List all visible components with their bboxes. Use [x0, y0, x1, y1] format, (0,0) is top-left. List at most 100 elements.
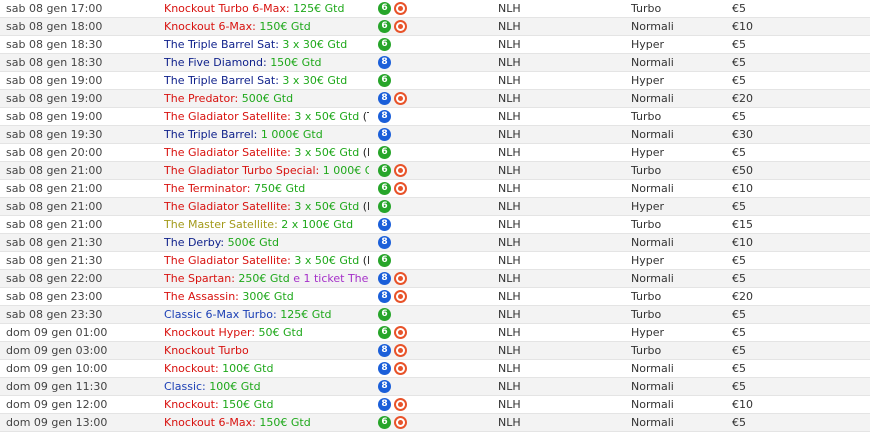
- tournament-date: sab 08 gen 22:00: [6, 272, 103, 285]
- table-row[interactable]: sab 08 gen 19:00 The Gladiator Satellite:…: [0, 108, 870, 126]
- tournament-name-part: The Gladiator Satellite:: [164, 200, 295, 213]
- six-max-badge-icon: 6: [378, 74, 391, 87]
- tournament-name-part: The Terminator:: [164, 182, 254, 195]
- buy-in: €30: [732, 128, 753, 141]
- tournament-name-part: Knockout:: [164, 398, 223, 411]
- tournament-date: dom 09 gen 11:30: [6, 380, 108, 393]
- buy-in: €5: [732, 272, 746, 285]
- tournament-name-link[interactable]: Classic 6-Max Turbo: 125€ Gtd: [164, 306, 369, 324]
- tournament-name-link[interactable]: The Gladiator Satellite: 3 x 50€ Gtd (Hy…: [164, 198, 369, 216]
- tournament-name-link[interactable]: Knockout Turbo 6-Max: 125€ Gtd: [164, 0, 369, 18]
- eight-max-badge-icon: 8: [378, 272, 391, 285]
- table-row[interactable]: dom 09 gen 12:00 Knockout: 150€ Gtd 8 NLH No…: [0, 396, 870, 414]
- tournament-name-link[interactable]: The Gladiator Satellite: 3 x 50€ Gtd (Tu…: [164, 108, 369, 126]
- eight-max-badge-icon: 8: [378, 344, 391, 357]
- eight-max-badge-icon: 8: [378, 398, 391, 411]
- table-row[interactable]: sab 08 gen 20:00 The Gladiator Satellite:…: [0, 144, 870, 162]
- table-row[interactable]: sab 08 gen 21:00 The Master Satellite: 2 …: [0, 216, 870, 234]
- speed-type: Turbo: [631, 308, 662, 321]
- tournament-name-part: 125€ Gtd: [280, 308, 332, 321]
- tournament-name-link[interactable]: The Predator: 500€ Gtd: [164, 90, 369, 108]
- table-row[interactable]: sab 08 gen 17:00 Knockout Turbo 6-Max: 12…: [0, 0, 870, 18]
- tournament-name-link[interactable]: The Triple Barrel Sat: 3 x 30€ Gtd: [164, 72, 369, 90]
- tournament-date: sab 08 gen 21:30: [6, 236, 103, 249]
- tournament-name-link[interactable]: The Master Satellite: 2 x 100€ Gtd: [164, 216, 369, 234]
- tournament-name-part: 250€ Gtd: [238, 272, 290, 285]
- game-type: NLH: [498, 92, 521, 105]
- speed-type: Turbo: [631, 344, 662, 357]
- buy-in: €10: [732, 20, 753, 33]
- tournament-name-link[interactable]: The Five Diamond: 150€ Gtd: [164, 54, 369, 72]
- table-row[interactable]: sab 08 gen 18:00 Knockout 6-Max: 150€ Gtd…: [0, 18, 870, 36]
- tournament-name-part: 300€ Gtd: [242, 290, 294, 303]
- table-row[interactable]: sab 08 gen 21:00 The Terminator: 750€ Gtd…: [0, 180, 870, 198]
- table-row[interactable]: sab 08 gen 23:00 The Assassin: 300€ Gtd 8 N…: [0, 288, 870, 306]
- tournament-name-part: Knockout 6-Max:: [164, 20, 260, 33]
- six-max-badge-icon: 6: [378, 146, 391, 159]
- tournament-name-link[interactable]: The Gladiator Satellite: 3 x 50€ Gtd (Hy…: [164, 252, 369, 270]
- tournament-date: sab 08 gen 19:00: [6, 74, 103, 87]
- tournament-name-link[interactable]: Knockout Turbo: [164, 342, 369, 360]
- table-row[interactable]: sab 08 gen 18:30 The Triple Barrel Sat: 3…: [0, 36, 870, 54]
- tournament-name-link[interactable]: The Gladiator Turbo Special: 1 000€ Gtd: [164, 162, 369, 180]
- table-row[interactable]: sab 08 gen 21:30 The Gladiator Satellite:…: [0, 252, 870, 270]
- tournament-name-part: 100€ Gtd: [209, 380, 261, 393]
- table-icons: 8: [378, 272, 407, 286]
- buy-in: €5: [732, 344, 746, 357]
- target-bounty-icon: [394, 416, 407, 429]
- game-type: NLH: [498, 272, 521, 285]
- table-icons: 8: [378, 128, 391, 142]
- table-row[interactable]: dom 09 gen 11:30 Classic: 100€ Gtd 8 NLH Nor…: [0, 378, 870, 396]
- speed-type: Hyper: [631, 254, 665, 267]
- tournament-name-part: The Gladiator Satellite:: [164, 146, 295, 159]
- tournament-name-part: The Five Diamond:: [164, 56, 271, 69]
- tournament-name-link[interactable]: The Spartan: 250€ Gtd e 1 ticket The Mas…: [164, 270, 369, 288]
- table-row[interactable]: sab 08 gen 21:00 The Gladiator Turbo Spec…: [0, 162, 870, 180]
- table-row[interactable]: dom 09 gen 03:00 Knockout Turbo 8 NLH Turbo €…: [0, 342, 870, 360]
- tournament-name-link[interactable]: The Terminator: 750€ Gtd: [164, 180, 369, 198]
- tournament-name-link[interactable]: Knockout: 100€ Gtd: [164, 360, 369, 378]
- table-row[interactable]: sab 08 gen 21:00 The Gladiator Satellite:…: [0, 198, 870, 216]
- table-row[interactable]: sab 08 gen 23:30 Classic 6-Max Turbo: 125…: [0, 306, 870, 324]
- tournament-name-part: 150€ Gtd: [259, 20, 311, 33]
- tournament-name-link[interactable]: Knockout 6-Max: 150€ Gtd: [164, 18, 369, 36]
- table-row[interactable]: dom 09 gen 10:00 Knockout: 100€ Gtd 8 NLH No…: [0, 360, 870, 378]
- tournament-name-link[interactable]: Knockout 6-Max: 150€ Gtd: [164, 414, 369, 432]
- six-max-badge-icon: 6: [378, 38, 391, 51]
- table-icons: 6: [378, 200, 391, 214]
- table-row[interactable]: sab 08 gen 18:30 The Five Diamond: 150€ G…: [0, 54, 870, 72]
- table-row[interactable]: dom 09 gen 01:00 Knockout Hyper: 50€ Gtd 6…: [0, 324, 870, 342]
- game-type: NLH: [498, 290, 521, 303]
- buy-in: €15: [732, 218, 753, 231]
- tournament-name-link[interactable]: The Triple Barrel: 1 000€ Gtd: [164, 126, 369, 144]
- tournament-name-link[interactable]: Knockout Hyper: 50€ Gtd: [164, 324, 369, 342]
- tournament-name-part: 3 x 50€ Gtd: [294, 200, 360, 213]
- table-row[interactable]: sab 08 gen 22:00 The Spartan: 250€ Gtd e …: [0, 270, 870, 288]
- table-row[interactable]: sab 08 gen 19:00 The Triple Barrel Sat: 3…: [0, 72, 870, 90]
- game-type: NLH: [498, 416, 521, 429]
- table-row[interactable]: dom 09 gen 13:00 Knockout 6-Max: 150€ Gtd…: [0, 414, 870, 432]
- tournament-name-link[interactable]: The Assassin: 300€ Gtd: [164, 288, 369, 306]
- table-row[interactable]: sab 08 gen 19:00 The Predator: 500€ Gtd 8 N…: [0, 90, 870, 108]
- tournament-table: sab 08 gen 17:00 Knockout Turbo 6-Max: 12…: [0, 0, 870, 432]
- table-row[interactable]: sab 08 gen 19:30 The Triple Barrel: 1 000…: [0, 126, 870, 144]
- tournament-date: sab 08 gen 21:00: [6, 164, 103, 177]
- buy-in: €5: [732, 362, 746, 375]
- speed-type: Turbo: [631, 110, 662, 123]
- game-type: NLH: [498, 146, 521, 159]
- tournament-name-link[interactable]: The Gladiator Satellite: 3 x 50€ Gtd (Hy…: [164, 144, 369, 162]
- tournament-name-link[interactable]: Classic: 100€ Gtd: [164, 378, 369, 396]
- tournament-name-link[interactable]: The Triple Barrel Sat: 3 x 30€ Gtd: [164, 36, 369, 54]
- tournament-name-link[interactable]: Knockout: 150€ Gtd: [164, 396, 369, 414]
- buy-in: €10: [732, 236, 753, 249]
- tournament-name-link[interactable]: The Derby: 500€ Gtd: [164, 234, 369, 252]
- table-icons: 8: [378, 92, 407, 106]
- speed-type: Turbo: [631, 2, 662, 15]
- speed-type: Normali: [631, 416, 674, 429]
- six-max-badge-icon: 6: [378, 164, 391, 177]
- eight-max-badge-icon: 8: [378, 362, 391, 375]
- tournament-name-part: Knockout:: [164, 362, 223, 375]
- table-row[interactable]: sab 08 gen 21:30 The Derby: 500€ Gtd 8 NLH N…: [0, 234, 870, 252]
- buy-in: €5: [732, 110, 746, 123]
- speed-type: Normali: [631, 56, 674, 69]
